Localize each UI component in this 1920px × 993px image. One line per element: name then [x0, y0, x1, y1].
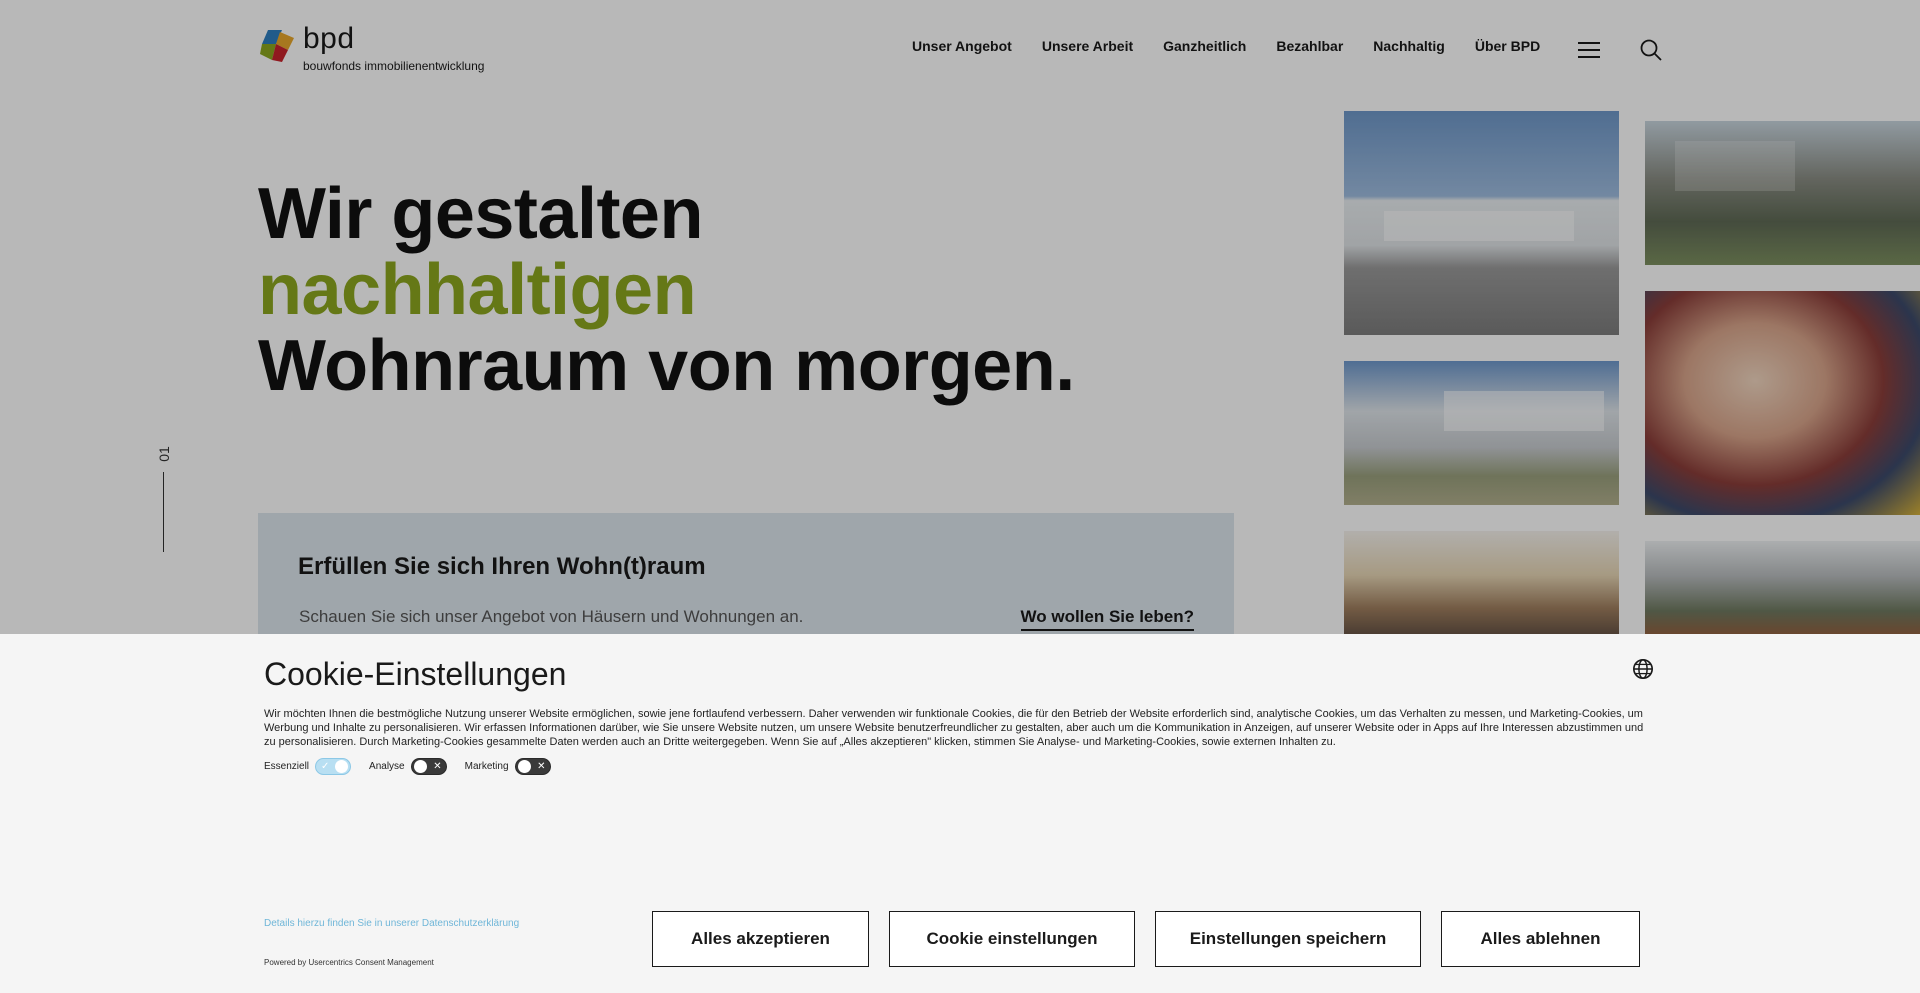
photo-townhouses — [1344, 111, 1619, 335]
toggle-label-marketing: Marketing — [464, 761, 509, 772]
nav-ueber-bpd[interactable]: Über BPD — [1475, 38, 1540, 54]
slide-number: 01 — [156, 446, 172, 462]
logo-mark-icon — [260, 30, 294, 62]
nav-unser-angebot[interactable]: Unser Angebot — [912, 38, 1012, 54]
photo-housing-aerial — [1645, 541, 1920, 641]
reject-all-button[interactable]: Alles ablehnen — [1441, 911, 1640, 967]
site-header: bpd bouwfonds immobilienentwicklung Unse… — [0, 0, 1920, 90]
photo-residential-street — [1344, 361, 1619, 505]
photo-apartment-building — [1645, 121, 1920, 265]
nav-unsere-arbeit[interactable]: Unsere Arbeit — [1042, 38, 1133, 54]
cta-title: Erfüllen Sie sich Ihren Wohn(t)raum — [298, 553, 706, 580]
nav-bezahlbar[interactable]: Bezahlbar — [1276, 38, 1343, 54]
cta-box: Erfüllen Sie sich Ihren Wohn(t)raum Scha… — [258, 513, 1234, 653]
hero-line-2: nachhaltigen — [258, 250, 697, 330]
slide-indicator: 01 — [152, 446, 176, 552]
cookie-title: Cookie-Einstellungen — [264, 656, 567, 692]
powered-by-text: Powered by Usercentrics Consent Manageme… — [264, 958, 434, 967]
close-icon: ✕ — [537, 761, 546, 772]
logo-wordmark: bpd — [303, 22, 355, 55]
nav-ganzheitlich[interactable]: Ganzheitlich — [1163, 38, 1246, 54]
hero-line-1: Wir gestalten — [258, 174, 703, 254]
hero-line-3: Wohnraum von morgen. — [258, 326, 1075, 406]
hamburger-menu-icon[interactable] — [1577, 38, 1601, 62]
main-nav: Unser Angebot Unsere Arbeit Ganzheitlich… — [912, 38, 1570, 54]
toggle-essenziell[interactable]: ✓ — [315, 758, 352, 775]
slide-progress-line — [163, 472, 164, 552]
toggle-label-essenziell: Essenziell — [264, 761, 310, 772]
nav-nachhaltig[interactable]: Nachhaltig — [1373, 38, 1445, 54]
logo-subtitle: bouwfonds immobilienentwicklung — [303, 59, 485, 73]
accept-all-button[interactable]: Alles akzeptieren — [652, 911, 869, 967]
check-icon: ✓ — [321, 761, 330, 772]
bpd-logo[interactable]: bpd bouwfonds immobilienentwicklung — [260, 22, 490, 76]
cta-link[interactable]: Wo wollen Sie leben? — [1020, 607, 1194, 631]
toggle-label-analyse: Analyse — [369, 761, 405, 772]
privacy-details-link[interactable]: Details hierzu finden Sie in unserer Dat… — [264, 918, 519, 929]
consent-toggles: Essenziell ✓ Analyse ✕ Marketing ✕ — [264, 758, 569, 775]
photo-senior-couple — [1645, 291, 1920, 515]
photo-man-cooking — [1344, 531, 1619, 641]
cookie-banner: Cookie-Einstellungen Wir möchten Ihnen d… — [0, 634, 1920, 993]
globe-icon[interactable] — [1632, 658, 1654, 680]
hero-headline: Wir gestalten nachhaltigen Wohnraum von … — [258, 176, 1075, 404]
toggle-analyse[interactable]: ✕ — [410, 758, 447, 775]
save-settings-button[interactable]: Einstellungen speichern — [1155, 911, 1421, 967]
search-icon[interactable] — [1639, 38, 1663, 62]
cookie-description: Wir möchten Ihnen die bestmögliche Nutzu… — [264, 708, 1644, 748]
close-icon: ✕ — [433, 761, 442, 772]
cta-text: Schauen Sie sich unser Angebot von Häuse… — [299, 607, 804, 626]
cookie-settings-button[interactable]: Cookie einstellungen — [889, 911, 1135, 967]
toggle-marketing[interactable]: ✕ — [514, 758, 551, 775]
